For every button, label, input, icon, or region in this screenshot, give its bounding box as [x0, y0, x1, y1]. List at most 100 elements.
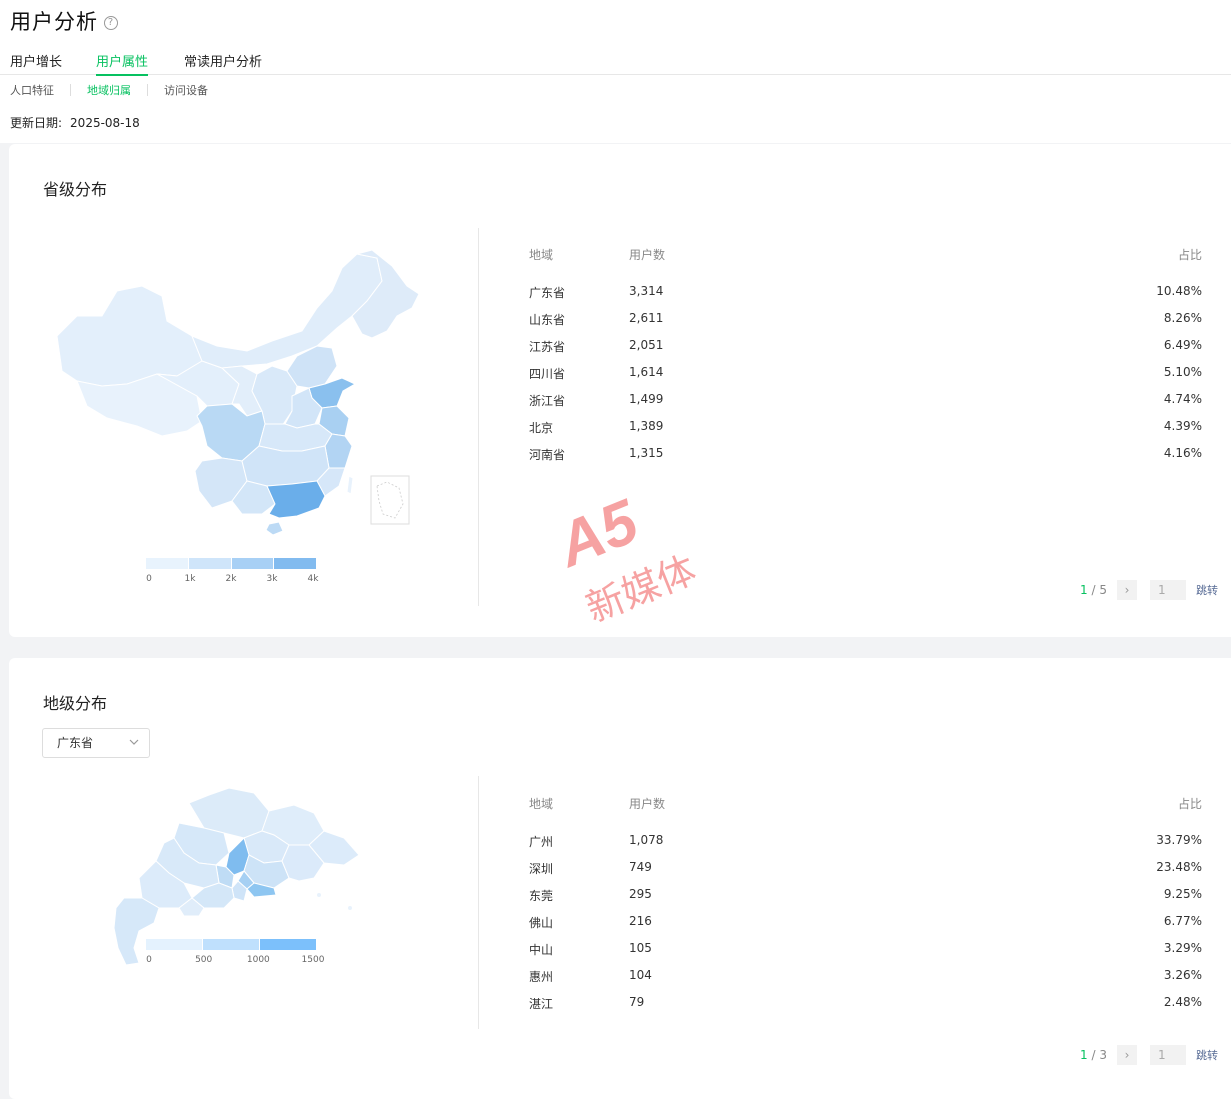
column-header-ratio: 占比	[1177, 248, 1202, 262]
jump-button[interactable]: 跳转	[1196, 1047, 1218, 1063]
cell-ratio: 6.77%	[1163, 914, 1202, 928]
legend-tick-label: 1k	[184, 574, 196, 584]
cell-region: 浙江省	[529, 394, 566, 408]
table-row: 广州 1,078 33.79%	[529, 833, 1202, 860]
map-region-guangdong	[266, 480, 326, 519]
column-header-count: 用户数	[629, 248, 666, 262]
table-row: 江苏省 2,051 6.49%	[529, 338, 1202, 365]
next-page-button[interactable]: ›	[1117, 1045, 1137, 1065]
table-row: 中山 105 3.29%	[529, 941, 1202, 968]
province-pager: 1 / 5 › 1 跳转	[1080, 580, 1218, 600]
legend-tick-label: 500	[195, 955, 213, 965]
tab-user-attributes[interactable]: 用户属性	[96, 51, 149, 76]
legend-color-bar	[146, 558, 316, 569]
table-header: 地域 用户数 占比	[529, 246, 1202, 276]
next-page-button[interactable]: ›	[1117, 580, 1137, 600]
page-title-text: 用户分析	[10, 10, 98, 34]
province-select[interactable]: 广东省	[42, 728, 150, 758]
column-header-ratio: 占比	[1177, 797, 1202, 811]
legend-segment	[146, 939, 203, 950]
cell-count: 1,078	[629, 833, 664, 847]
page-indicator: 1 / 5	[1080, 583, 1107, 597]
cell-ratio: 3.26%	[1163, 968, 1202, 982]
cell-region: 山东省	[529, 313, 566, 327]
cell-region: 江苏省	[529, 340, 566, 354]
table-row: 深圳 749 23.48%	[529, 860, 1202, 887]
cell-ratio: 6.49%	[1163, 338, 1202, 352]
legend-tick-label: 4k	[307, 574, 319, 584]
map-region-taiwan	[346, 475, 354, 495]
cell-region: 惠州	[529, 970, 554, 984]
legend-tick-label: 2k	[225, 574, 237, 584]
legend-tick-label: 0	[146, 955, 152, 965]
cell-count: 2,611	[629, 311, 664, 325]
cell-region: 佛山	[529, 916, 554, 930]
a5-watermark-logo: A5 新媒体	[548, 486, 702, 630]
subtab-demographics[interactable]: 人口特征	[10, 82, 54, 98]
subtab-devices[interactable]: 访问设备	[164, 82, 208, 98]
china-map[interactable]	[47, 246, 427, 536]
legend-segment	[274, 558, 316, 569]
city-pager: 1 / 3 › 1 跳转	[1080, 1045, 1218, 1065]
province-legend: 0 1k 2k 3k 4k	[146, 558, 319, 588]
page-jump-input[interactable]: 1	[1150, 580, 1186, 600]
current-page: 1	[1080, 583, 1088, 597]
legend-tick-label: 1000	[246, 955, 270, 965]
current-page: 1	[1080, 1048, 1088, 1062]
cell-ratio: 9.25%	[1163, 887, 1202, 901]
cell-count: 295	[629, 887, 652, 901]
cell-ratio: 8.26%	[1163, 311, 1202, 325]
watermark-logo-text: A5	[548, 486, 649, 581]
cell-ratio: 5.10%	[1163, 365, 1202, 379]
cell-count: 2,051	[629, 338, 664, 352]
help-icon[interactable]: ?	[104, 15, 118, 30]
city-title: 地级分布	[43, 694, 108, 713]
map-region-zhejiang	[324, 433, 353, 469]
cell-region: 四川省	[529, 367, 566, 381]
cell-region: 中山	[529, 943, 554, 957]
cell-count: 1,614	[629, 365, 664, 379]
legend-color-bar	[146, 939, 316, 950]
divider	[478, 228, 479, 606]
cell-region: 深圳	[529, 862, 554, 876]
page-jump-input[interactable]: 1	[1150, 1045, 1186, 1065]
province-title: 省级分布	[43, 180, 108, 199]
cell-count: 1,389	[629, 419, 664, 433]
column-header-count: 用户数	[629, 797, 666, 811]
map-region-xinjiang	[56, 285, 203, 387]
jump-button[interactable]: 跳转	[1196, 582, 1218, 598]
cell-region: 东莞	[529, 889, 554, 903]
page-indicator: 1 / 3	[1080, 1048, 1107, 1062]
cell-region: 广东省	[529, 286, 566, 300]
update-date-label: 更新日期:	[10, 116, 63, 130]
update-date-value: 2025-08-18	[70, 116, 140, 130]
tab-user-growth[interactable]: 用户增长	[10, 51, 62, 75]
cell-count: 79	[629, 995, 645, 1009]
table-row: 惠州 104 3.26%	[529, 968, 1202, 995]
table-row: 东莞 295 9.25%	[529, 887, 1202, 914]
city-legend: 0 500 1000 1500	[146, 939, 324, 969]
table-body: 广州 1,078 33.79% 深圳 749 23.48% 东莞 295 9.25% 佛山 216 6…	[529, 833, 1202, 1022]
map-region-hainan	[265, 521, 284, 536]
page-header: 用户分析 ? 用户增长 用户属性 常读用户分析 人口特征 地域归属 访问设备 更…	[0, 0, 1231, 143]
legend-tick-label: 3k	[266, 574, 278, 584]
tab-frequent-readers[interactable]: 常读用户分析	[184, 51, 262, 75]
column-header-region: 地域	[529, 797, 554, 811]
legend-segment	[146, 558, 189, 569]
legend-tick-label: 0	[146, 574, 152, 584]
cell-region: 河南省	[529, 448, 566, 462]
legend-segment	[260, 939, 316, 950]
cell-count: 104	[629, 968, 652, 982]
page-title: 用户分析 ?	[10, 6, 118, 36]
cell-ratio: 4.16%	[1163, 446, 1202, 460]
legend-segment	[231, 558, 275, 569]
subtab-region[interactable]: 地域归属	[87, 82, 131, 98]
province-table: 地域 用户数 占比 广东省 3,314 10.48% 山东省 2,611 8.26% 江苏省…	[529, 246, 1202, 473]
legend-segment	[188, 558, 232, 569]
cell-region: 北京	[529, 421, 554, 435]
table-row: 湛江 79 2.48%	[529, 995, 1202, 1022]
cell-count: 216	[629, 914, 652, 928]
main-tabs: 用户增长 用户属性 常读用户分析	[0, 46, 1231, 76]
map-region-inner-mongolia	[191, 253, 383, 369]
chevron-down-icon	[129, 729, 139, 767]
